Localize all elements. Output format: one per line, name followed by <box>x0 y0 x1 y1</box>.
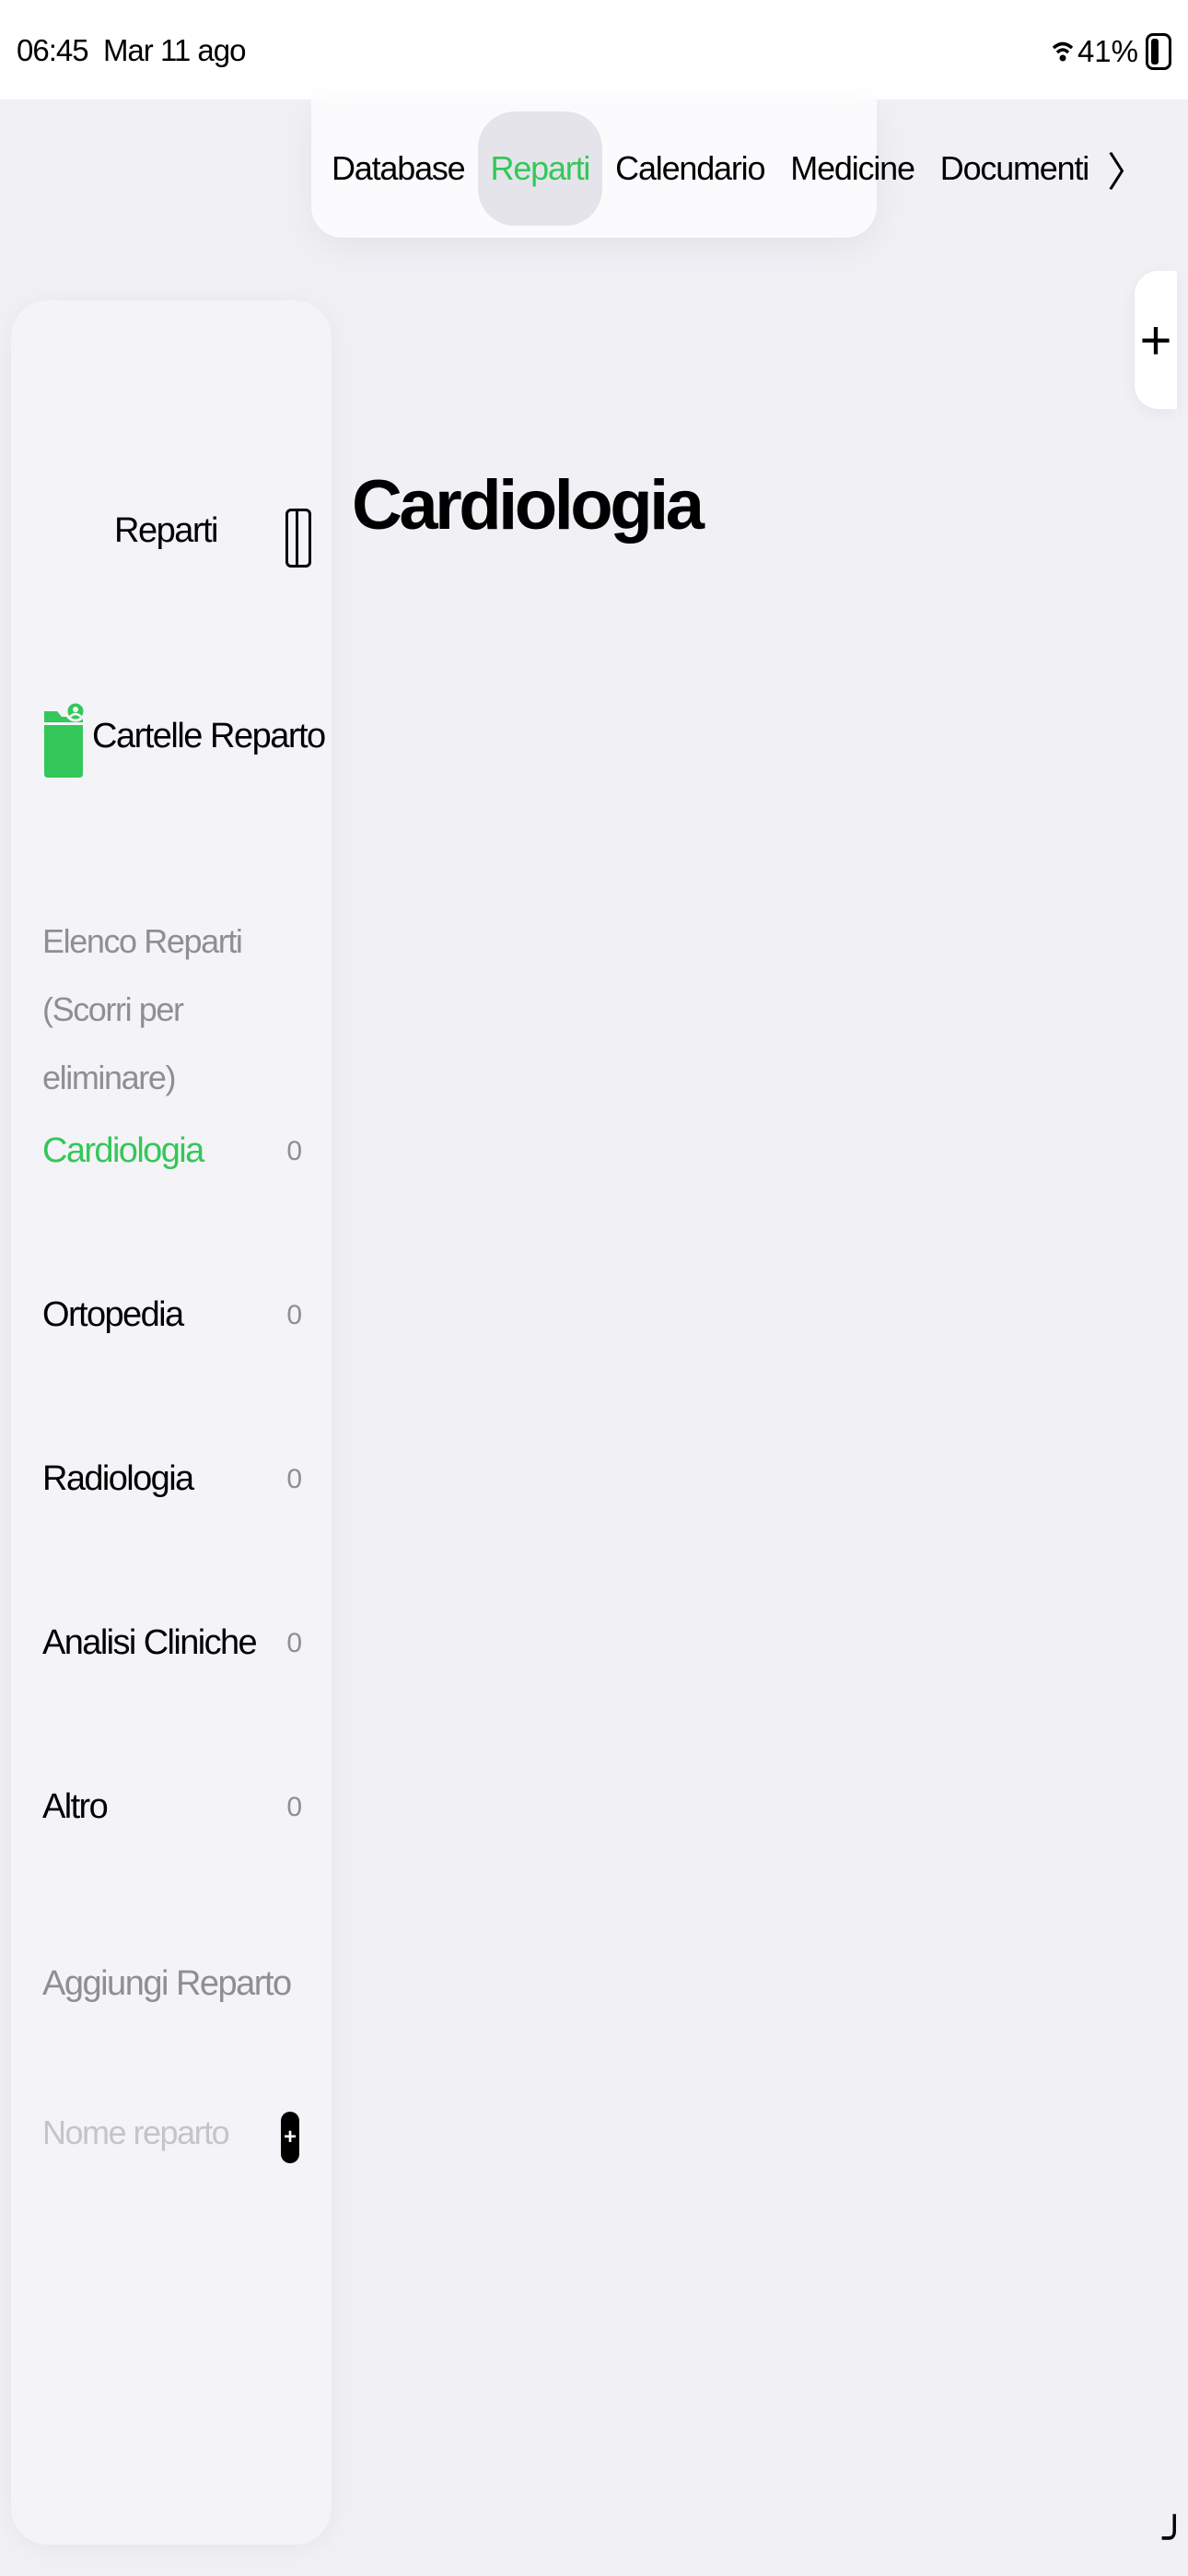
wifi-icon <box>1052 41 1074 62</box>
add-department-header: Aggiungi Reparto <box>42 1964 292 2003</box>
department-name-input[interactable] <box>42 2113 245 2152</box>
add-button[interactable]: + <box>1135 271 1177 409</box>
tab-reparti[interactable]: Reparti <box>477 111 603 226</box>
battery-percent: 41% <box>1077 34 1138 68</box>
department-name: Altro <box>42 1787 109 1826</box>
status-indicators: 41% <box>1052 33 1171 70</box>
department-row[interactable]: Ortopedia 0 <box>42 1295 302 1335</box>
department-count: 0 <box>286 1299 302 1330</box>
department-name: Analisi Cliniche <box>42 1623 258 1662</box>
department-list-header: Elenco Reparti (Scorri per eliminare) <box>42 922 243 1096</box>
add-department-button[interactable]: + <box>281 2112 299 2163</box>
chevron-right-icon[interactable]: 〉 <box>1107 139 1147 198</box>
department-row[interactable]: Analisi Cliniche 0 <box>42 1623 302 1663</box>
department-count: 0 <box>286 1463 302 1494</box>
department-count: 0 <box>286 1791 302 1822</box>
folder-person-icon <box>44 700 85 778</box>
status-time: 06:45 Mar 11 ago <box>17 33 246 67</box>
sidebar <box>11 300 332 2545</box>
tab-medicine[interactable]: Medicine <box>777 111 926 226</box>
department-name: Ortopedia <box>42 1295 184 1334</box>
department-count: 0 <box>286 1627 302 1658</box>
tab-calendario[interactable]: Calendario <box>602 111 777 226</box>
department-name: Radiologia <box>42 1459 194 1498</box>
department-row[interactable]: Radiologia 0 <box>42 1459 302 1499</box>
status-bar: 06:45 Mar 11 ago 41% <box>0 0 1188 100</box>
tab-documenti[interactable]: Documenti <box>927 111 1101 226</box>
department-name: Cardiologia <box>42 1131 204 1170</box>
battery-icon <box>1146 33 1171 70</box>
department-row[interactable]: Altro 0 <box>42 1787 302 1827</box>
department-count: 0 <box>286 1135 302 1166</box>
sidebar-toggle-icon[interactable] <box>285 509 311 568</box>
sidebar-title: Reparti <box>114 511 219 550</box>
tab-database[interactable]: Database <box>319 111 478 226</box>
page-title: Cardiologia <box>352 466 705 544</box>
resize-handle-icon[interactable]: ╯ <box>1162 2515 1187 2562</box>
tab-bar: Database Reparti Calendario Medicine Documen… <box>311 100 1147 238</box>
folder-label[interactable]: Cartelle Reparto <box>92 717 326 756</box>
department-row[interactable]: Cardiologia 0 <box>42 1131 302 1171</box>
